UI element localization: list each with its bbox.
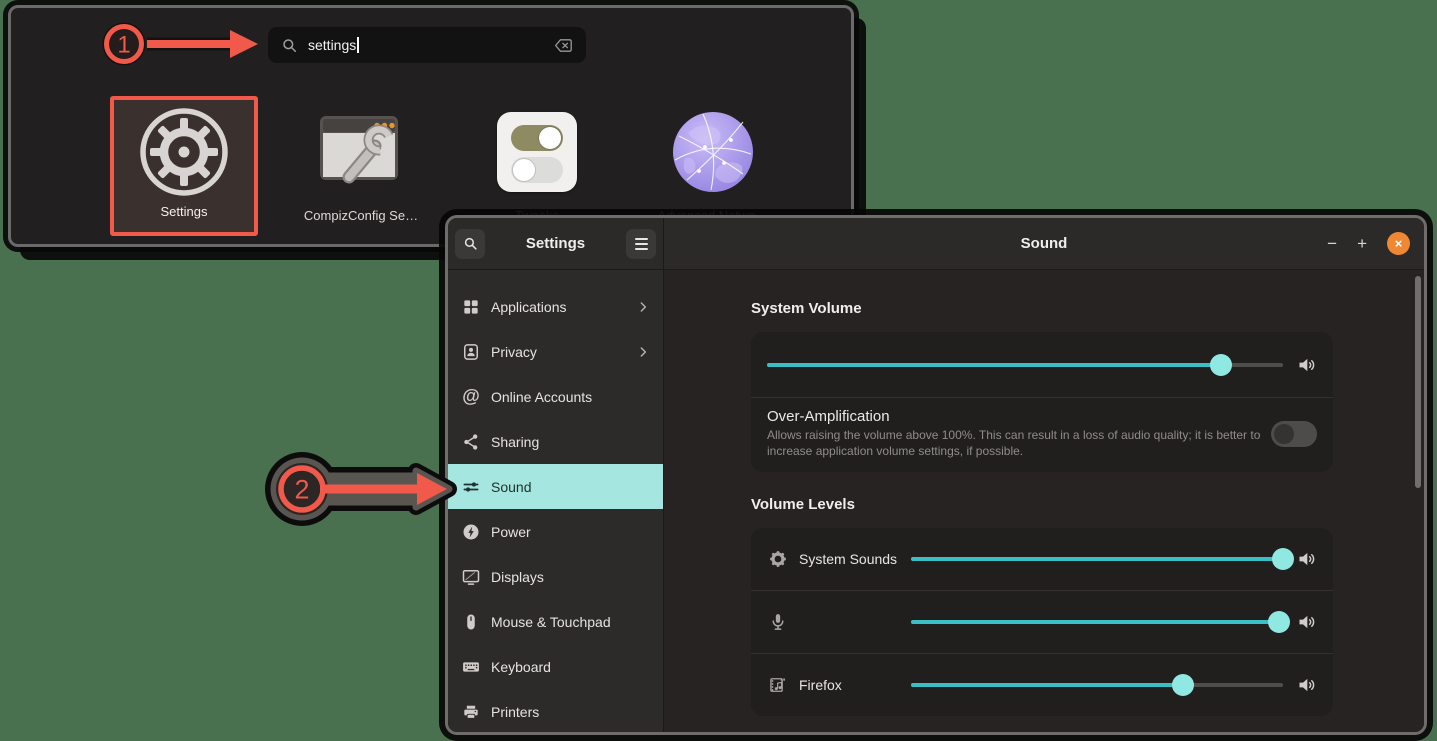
microphone-slider[interactable] <box>911 611 1283 633</box>
sidebar-item-sharing[interactable]: Sharing <box>448 419 663 464</box>
volume-row-microphone <box>751 591 1333 653</box>
sidebar-item-label: Applications <box>491 299 626 315</box>
sidebar-item-label: Power <box>491 524 651 540</box>
maximize-button[interactable]: + <box>1357 235 1367 252</box>
at-sign-icon: @ <box>460 386 482 408</box>
header-search-button[interactable] <box>455 229 485 259</box>
share-icon <box>460 431 482 453</box>
compizconfig-wrench-icon <box>317 113 405 191</box>
tweaks-toggles-icon <box>497 112 577 192</box>
sidebar-item-label: Printers <box>491 704 651 720</box>
monitor-icon <box>460 566 482 588</box>
sidebar-item-keyboard[interactable]: Keyboard <box>448 644 663 689</box>
microphone-icon <box>767 611 789 633</box>
system-sounds-slider[interactable] <box>911 548 1283 570</box>
over-amplification-description: Allows raising the volume above 100%. Th… <box>767 428 1282 459</box>
app-launcher-overlay: settings <box>8 5 854 247</box>
backspace-icon <box>553 35 574 56</box>
printer-icon <box>460 701 482 723</box>
chevron-right-icon <box>635 299 651 315</box>
search-value: settings <box>308 37 356 53</box>
search-icon <box>280 36 299 55</box>
app-tile-settings[interactable]: Settings <box>110 96 258 236</box>
slider-knob[interactable] <box>1172 674 1194 696</box>
sidebar-item-power[interactable]: Power <box>448 509 663 554</box>
sidebar-item-mouse-touchpad[interactable]: Mouse & Touchpad <box>448 599 663 644</box>
firefox-slider[interactable] <box>911 674 1283 696</box>
system-volume-slider[interactable] <box>767 354 1283 376</box>
clear-search-button[interactable] <box>553 35 574 56</box>
app-label: Settings <box>161 204 208 232</box>
headerbar-page-section: Sound − + × <box>664 218 1424 269</box>
chevron-right-icon <box>635 344 651 360</box>
sidebar-item-printers[interactable]: Printers <box>448 689 663 734</box>
sound-mixer-icon <box>460 476 482 498</box>
slider-knob[interactable] <box>1272 548 1294 570</box>
sidebar-item-label: Keyboard <box>491 659 651 675</box>
speaker-icon <box>1297 612 1317 632</box>
desktop: settings <box>0 0 1437 741</box>
system-volume-card: Over-Amplification Allows raising the vo… <box>751 332 1333 472</box>
sidebar-item-label: Sharing <box>491 434 651 450</box>
settings-gear-icon <box>137 105 231 199</box>
search-icon <box>462 235 479 252</box>
slider-knob[interactable] <box>1268 611 1290 633</box>
step-number-2: 2 <box>294 475 309 505</box>
menu-button[interactable] <box>626 229 656 259</box>
volume-levels-card: System Sounds <box>751 528 1333 716</box>
sound-page: System Volume <box>664 270 1424 732</box>
sidebar-item-label: Sound <box>491 479 651 495</box>
settings-window: Settings Sound − + × <box>445 215 1427 735</box>
sidebar-item-online-accounts[interactable]: @ Online Accounts <box>448 374 663 419</box>
network-globe-icon <box>671 110 755 194</box>
keyboard-icon <box>460 656 482 678</box>
sidebar-item-sound[interactable]: Sound <box>448 464 663 509</box>
power-bolt-icon <box>460 521 482 543</box>
sidebar-item-applications[interactable]: Applications <box>448 284 663 329</box>
minimize-button[interactable]: − <box>1327 235 1337 252</box>
headerbar-sidebar-section: Settings <box>448 218 664 269</box>
window-controls: − + × <box>1327 218 1410 269</box>
speaker-icon <box>1297 549 1317 569</box>
gear-icon <box>767 548 789 570</box>
volume-row-system-sounds: System Sounds <box>751 528 1333 590</box>
window-title: Settings <box>485 235 626 252</box>
speaker-icon <box>1297 355 1317 375</box>
section-title-volume-levels: Volume Levels <box>751 496 1424 513</box>
slider-knob[interactable] <box>1210 354 1232 376</box>
scrollbar-thumb[interactable] <box>1415 276 1421 488</box>
text-cursor <box>357 37 359 53</box>
sidebar-item-displays[interactable]: Displays <box>448 554 663 599</box>
volume-row-firefox: Firefox <box>751 654 1333 716</box>
hamburger-icon <box>635 238 648 250</box>
mouse-icon <box>460 611 482 633</box>
section-title-system-volume: System Volume <box>751 300 1424 317</box>
app-grid-icon <box>460 296 482 318</box>
annotation-step-2: 2 <box>265 452 449 526</box>
sidebar-item-label: Mouse & Touchpad <box>491 614 651 630</box>
speaker-icon <box>1297 675 1317 695</box>
headerbar: Settings Sound − + × <box>448 218 1424 270</box>
sidebar-item-label: Displays <box>491 569 651 585</box>
over-amplification-title: Over-Amplification <box>767 408 1317 425</box>
sidebar-item-label: Privacy <box>491 344 626 360</box>
app-tile-compizconfig[interactable]: CompizConfig Se… <box>287 96 435 236</box>
page-title: Sound <box>1021 235 1068 252</box>
search-input[interactable]: settings <box>268 27 586 63</box>
sidebar-item-label: Online Accounts <box>491 389 651 405</box>
sidebar-item-privacy[interactable]: Privacy <box>448 329 663 374</box>
toggle-knob <box>1274 424 1294 444</box>
volume-row-label: System Sounds <box>799 551 911 567</box>
privacy-badge-icon <box>460 341 482 363</box>
volume-row-label: Firefox <box>799 677 911 693</box>
media-icon <box>767 674 789 696</box>
app-label: CompizConfig Se… <box>304 208 418 236</box>
sidebar: Applications Privacy <box>448 270 664 732</box>
over-amplification-toggle[interactable] <box>1271 421 1317 447</box>
close-button[interactable]: × <box>1387 232 1410 255</box>
